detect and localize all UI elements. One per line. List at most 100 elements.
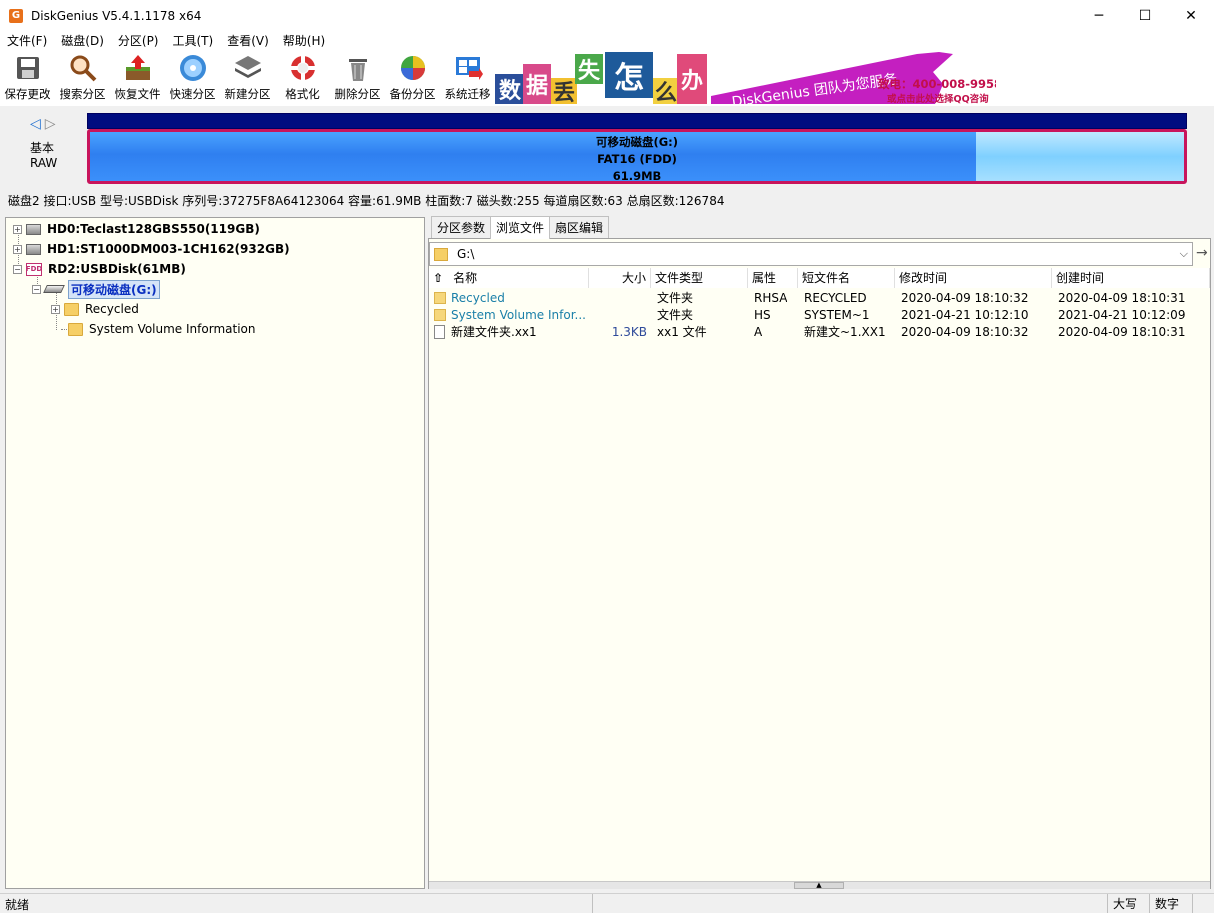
expand-icon[interactable]: + — [13, 224, 22, 234]
previous-disk-icon[interactable]: ◁ — [30, 116, 41, 132]
save-icon — [16, 57, 39, 79]
banner-qq-link[interactable]: 或点击此处选择QQ咨询 — [887, 91, 989, 104]
tree-item-hd0[interactable]: + HD0:Teclast128GBS550(119GB) — [13, 219, 260, 239]
ad-banner[interactable]: 数 据 丢 失 怎 么 办 DiskGenius 团队为您服务 致电：400-0… — [495, 52, 996, 104]
partition-drive-icon — [43, 285, 65, 293]
banner-char-4: 失 — [575, 54, 603, 84]
column-name[interactable]: ⇧ 名称 — [429, 268, 589, 288]
tab-strip: 分区参数 浏览文件 扇区编辑 — [431, 216, 610, 239]
tree-item-recycled[interactable]: + Recycled — [51, 299, 139, 319]
menu-tools[interactable]: 工具(T) — [166, 31, 221, 51]
quick-partition-button[interactable]: 快速分区 — [165, 51, 220, 106]
num-lock-indicator: 数字 — [1149, 894, 1192, 913]
delete-partition-button[interactable]: 删除分区 — [330, 51, 385, 106]
folder-icon — [68, 322, 83, 336]
expand-icon[interactable]: + — [13, 244, 22, 254]
banner-char-6: 么 — [653, 78, 679, 104]
banner-char-2: 据 — [523, 64, 551, 104]
file-browser-panel: G:\ ⌵ → ⇧ 名称 大小 文件类型 属性 短文件名 修改时间 创建时间 Re… — [428, 238, 1211, 889]
partition-size: 61.9MB — [612, 169, 662, 183]
file-row[interactable]: 新建文件夹.xx1 1.3KB xx1 文件 A 新建文~1.XX1 2020-… — [429, 324, 1210, 341]
file-row[interactable]: System Volume Infor... 文件夹 HS SYSTEM~1 2… — [429, 307, 1210, 324]
status-text: 就绪 — [5, 898, 30, 912]
tab-sector-editor[interactable]: 扇区编辑 — [549, 216, 610, 238]
column-modified[interactable]: 修改时间 — [895, 268, 1052, 288]
file-icon — [434, 325, 445, 339]
menu-help[interactable]: 帮助(H) — [276, 31, 332, 51]
menu-disk[interactable]: 磁盘(D) — [54, 31, 111, 51]
resize-grip[interactable] — [1192, 894, 1214, 913]
caps-lock-indicator: 大写 — [1107, 894, 1149, 913]
banner-char-5: 怎 — [605, 52, 653, 98]
partition-block[interactable]: 可移动磁盘(G:) FAT16 (FDD) 61.9MB — [87, 129, 1187, 184]
format-button[interactable]: 格式化 — [275, 51, 330, 106]
close-button[interactable]: ✕ — [1168, 0, 1214, 31]
hard-disk-icon — [26, 243, 41, 255]
folder-icon — [434, 292, 446, 304]
usb-disk-icon: FDD — [26, 262, 42, 276]
partition-name: 可移动磁盘(G:) — [595, 135, 679, 149]
disc-icon — [179, 55, 206, 81]
horizontal-scrollbar[interactable]: ▲ — [429, 881, 1210, 889]
menu-view[interactable]: 查看(V) — [220, 31, 276, 51]
trash-icon — [348, 59, 367, 81]
partition-filesystem: FAT16 (FDD) — [597, 152, 677, 166]
folder-icon — [64, 302, 79, 316]
recover-files-button[interactable]: 恢复文件 — [110, 51, 165, 106]
chevron-down-icon[interactable]: ⌵ — [1180, 247, 1188, 261]
minimize-button[interactable]: ─ — [1076, 0, 1122, 31]
menu-file[interactable]: 文件(F) — [0, 31, 54, 51]
menu-bar: 文件(F) 磁盘(D) 分区(P) 工具(T) 查看(V) 帮助(H) — [0, 31, 1214, 51]
status-empty-segment — [592, 894, 1107, 913]
banner-phone: 致电：400-008-9958 — [878, 77, 996, 91]
recover-box-icon — [125, 55, 150, 80]
layers-icon — [234, 56, 261, 78]
title-bar: G DiskGenius V5.4.1.1178 x64 ─ ☐ ✕ — [0, 0, 1214, 31]
window-title: DiskGenius V5.4.1.1178 x64 — [31, 8, 202, 23]
tree-item-system-volume[interactable]: System Volume Information — [68, 319, 255, 339]
go-arrow-icon[interactable]: → — [1196, 245, 1208, 261]
tree-item-partition-g[interactable]: − 可移动磁盘(G:) — [32, 279, 160, 299]
tree-item-hd1[interactable]: + HD1:ST1000DM003-1CH162(932GB) — [13, 239, 290, 259]
tree-item-rd2[interactable]: − FDD RD2:USBDisk(61MB) — [13, 259, 186, 279]
banner-char-3: 丢 — [551, 78, 577, 104]
tab-partition-params[interactable]: 分区参数 — [431, 216, 492, 238]
scroll-up-arrow-icon[interactable]: ▲ — [794, 882, 844, 889]
folder-icon — [434, 309, 446, 321]
file-row[interactable]: Recycled 文件夹 RHSA RECYCLED 2020-04-09 18… — [429, 290, 1210, 307]
new-partition-button[interactable]: 新建分区 — [220, 51, 275, 106]
save-changes-button[interactable]: 保存更改 — [0, 51, 55, 106]
disk-type-label: 基本 — [30, 141, 55, 155]
file-list-header: ⇧ 名称 大小 文件类型 属性 短文件名 修改时间 创建时间 — [429, 268, 1210, 288]
windows-migrate-icon — [455, 57, 483, 80]
collapse-icon[interactable]: − — [32, 284, 41, 294]
disk-tree-panel: + HD0:Teclast128GBS550(119GB) + HD1:ST10… — [5, 217, 425, 889]
expand-icon[interactable]: + — [51, 304, 60, 314]
maximize-button[interactable]: ☐ — [1122, 0, 1168, 31]
system-migration-button[interactable]: 系统迁移 — [440, 51, 495, 106]
next-disk-icon[interactable]: ▷ — [45, 116, 56, 132]
app-logo-icon: G — [9, 8, 23, 23]
path-combobox[interactable]: G:\ ⌵ — [429, 242, 1193, 266]
disk-info-line: 磁盘2 接口:USB 型号:USBDisk 序列号:37275F8A641230… — [8, 194, 725, 208]
column-created[interactable]: 创建时间 — [1052, 268, 1210, 288]
disk-map-area: ◁ ▷ 基本 RAW 可移动磁盘(G:) FAT16 (FDD) 61.9MB — [0, 106, 1214, 190]
column-size[interactable]: 大小 — [589, 268, 651, 288]
magnifier-icon — [70, 55, 96, 82]
status-bar: 就绪 大写 数字 — [0, 893, 1214, 913]
collapse-icon[interactable]: − — [13, 264, 22, 274]
banner-char-1: 数 — [495, 74, 525, 104]
disk-capacity-bar — [87, 113, 1187, 129]
folder-icon — [434, 247, 448, 261]
disk-style-label: RAW — [30, 156, 58, 170]
lifebuoy-icon — [289, 55, 316, 81]
backup-partition-button[interactable]: 备份分区 — [385, 51, 440, 106]
up-arrow-icon[interactable]: ⇧ — [433, 271, 443, 285]
tab-browse-files[interactable]: 浏览文件 — [490, 216, 551, 239]
path-value: G:\ — [457, 247, 475, 261]
column-short-name[interactable]: 短文件名 — [798, 268, 895, 288]
menu-partition[interactable]: 分区(P) — [111, 31, 166, 51]
column-type[interactable]: 文件类型 — [651, 268, 748, 288]
column-attributes[interactable]: 属性 — [748, 268, 798, 288]
search-partition-button[interactable]: 搜索分区 — [55, 51, 110, 106]
